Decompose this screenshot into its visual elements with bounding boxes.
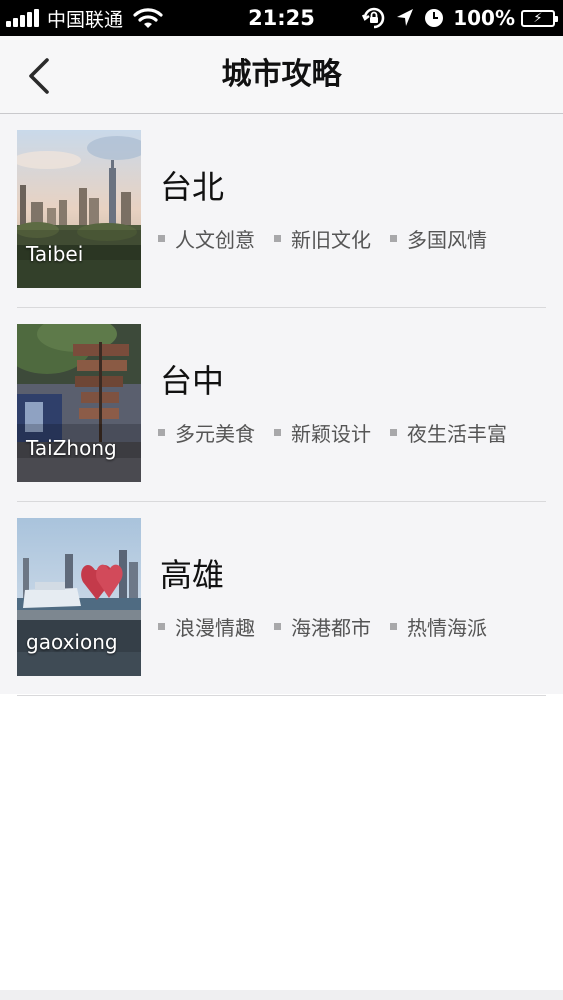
bullet-icon (274, 623, 281, 630)
tag: 热情海派 (390, 612, 487, 641)
divider (17, 695, 546, 696)
tag-label: 热情海派 (407, 616, 487, 640)
city-name: 台北 (160, 168, 225, 206)
tag: 人文创意 (158, 224, 255, 253)
signal-icon (6, 9, 41, 27)
bottom-edge (0, 990, 563, 1000)
city-item-gaoxiong[interactable]: gaoxiong 高雄 浪漫情趣 海港都市 热情海派 (0, 502, 563, 696)
tag: 新旧文化 (274, 224, 371, 253)
bullet-icon (158, 235, 165, 242)
city-item-taizhong[interactable]: TaiZhong 台中 多元美食 新颖设计 夜生活丰富 (0, 308, 563, 502)
tag-label: 人文创意 (175, 228, 255, 252)
status-bar: 中国联通 21:25 100% ⚡ (0, 0, 563, 36)
bullet-icon (274, 235, 281, 242)
city-thumbnail-label: TaiZhong (26, 436, 117, 460)
city-thumbnail-label: gaoxiong (26, 630, 118, 654)
city-thumbnail[interactable]: TaiZhong (17, 324, 141, 482)
city-name: 台中 (160, 362, 225, 400)
bullet-icon (274, 429, 281, 436)
tag-label: 新颖设计 (291, 422, 371, 446)
wifi-icon (133, 8, 163, 28)
city-item-taibei[interactable]: Taibei 台北 人文创意 新旧文化 多国风情 (0, 114, 563, 308)
city-name: 高雄 (160, 556, 225, 594)
page-title: 城市攻略 (221, 57, 342, 92)
city-thumbnail[interactable]: Taibei (17, 130, 141, 288)
tag: 浪漫情趣 (158, 612, 255, 641)
status-bar-right: 100% ⚡ (361, 0, 558, 36)
tag-label: 浪漫情趣 (175, 616, 255, 640)
alarm-icon (425, 9, 444, 27)
tag: 海港都市 (274, 612, 371, 641)
city-tags: 浪漫情趣 海港都市 热情海派 (158, 612, 506, 641)
rotation-lock-icon (362, 7, 385, 29)
tag-label: 多国风情 (407, 228, 487, 252)
tag-label: 夜生活丰富 (407, 422, 507, 446)
tag: 多国风情 (390, 224, 487, 253)
bullet-icon (390, 235, 397, 242)
tag-label: 多元美食 (175, 422, 255, 446)
chevron-left-icon (29, 58, 49, 94)
bullet-icon (158, 623, 165, 630)
status-bar-left: 中国联通 (6, 0, 163, 36)
bullet-icon (158, 429, 165, 436)
carrier-name: 中国联通 (47, 8, 124, 31)
tag: 多元美食 (158, 418, 255, 447)
location-icon (397, 9, 414, 26)
city-list: Taibei 台北 人文创意 新旧文化 多国风情 TaiZhong 台中 多元美… (0, 114, 563, 696)
nav-bar: 城市攻略 (0, 36, 563, 114)
tag: 新颖设计 (274, 418, 371, 447)
bullet-icon (390, 623, 397, 630)
battery-charging-icon: ⚡ (521, 9, 558, 27)
tag: 夜生活丰富 (390, 418, 507, 447)
tag-label: 海港都市 (291, 616, 371, 640)
city-tags: 人文创意 新旧文化 多国风情 (158, 224, 506, 253)
city-tags: 多元美食 新颖设计 夜生活丰富 (158, 418, 526, 447)
back-button[interactable] (18, 56, 58, 96)
city-thumbnail[interactable]: gaoxiong (17, 518, 141, 676)
bullet-icon (390, 429, 397, 436)
city-thumbnail-label: Taibei (26, 242, 84, 266)
battery-percent: 100% (453, 6, 515, 30)
tag-label: 新旧文化 (291, 228, 371, 252)
